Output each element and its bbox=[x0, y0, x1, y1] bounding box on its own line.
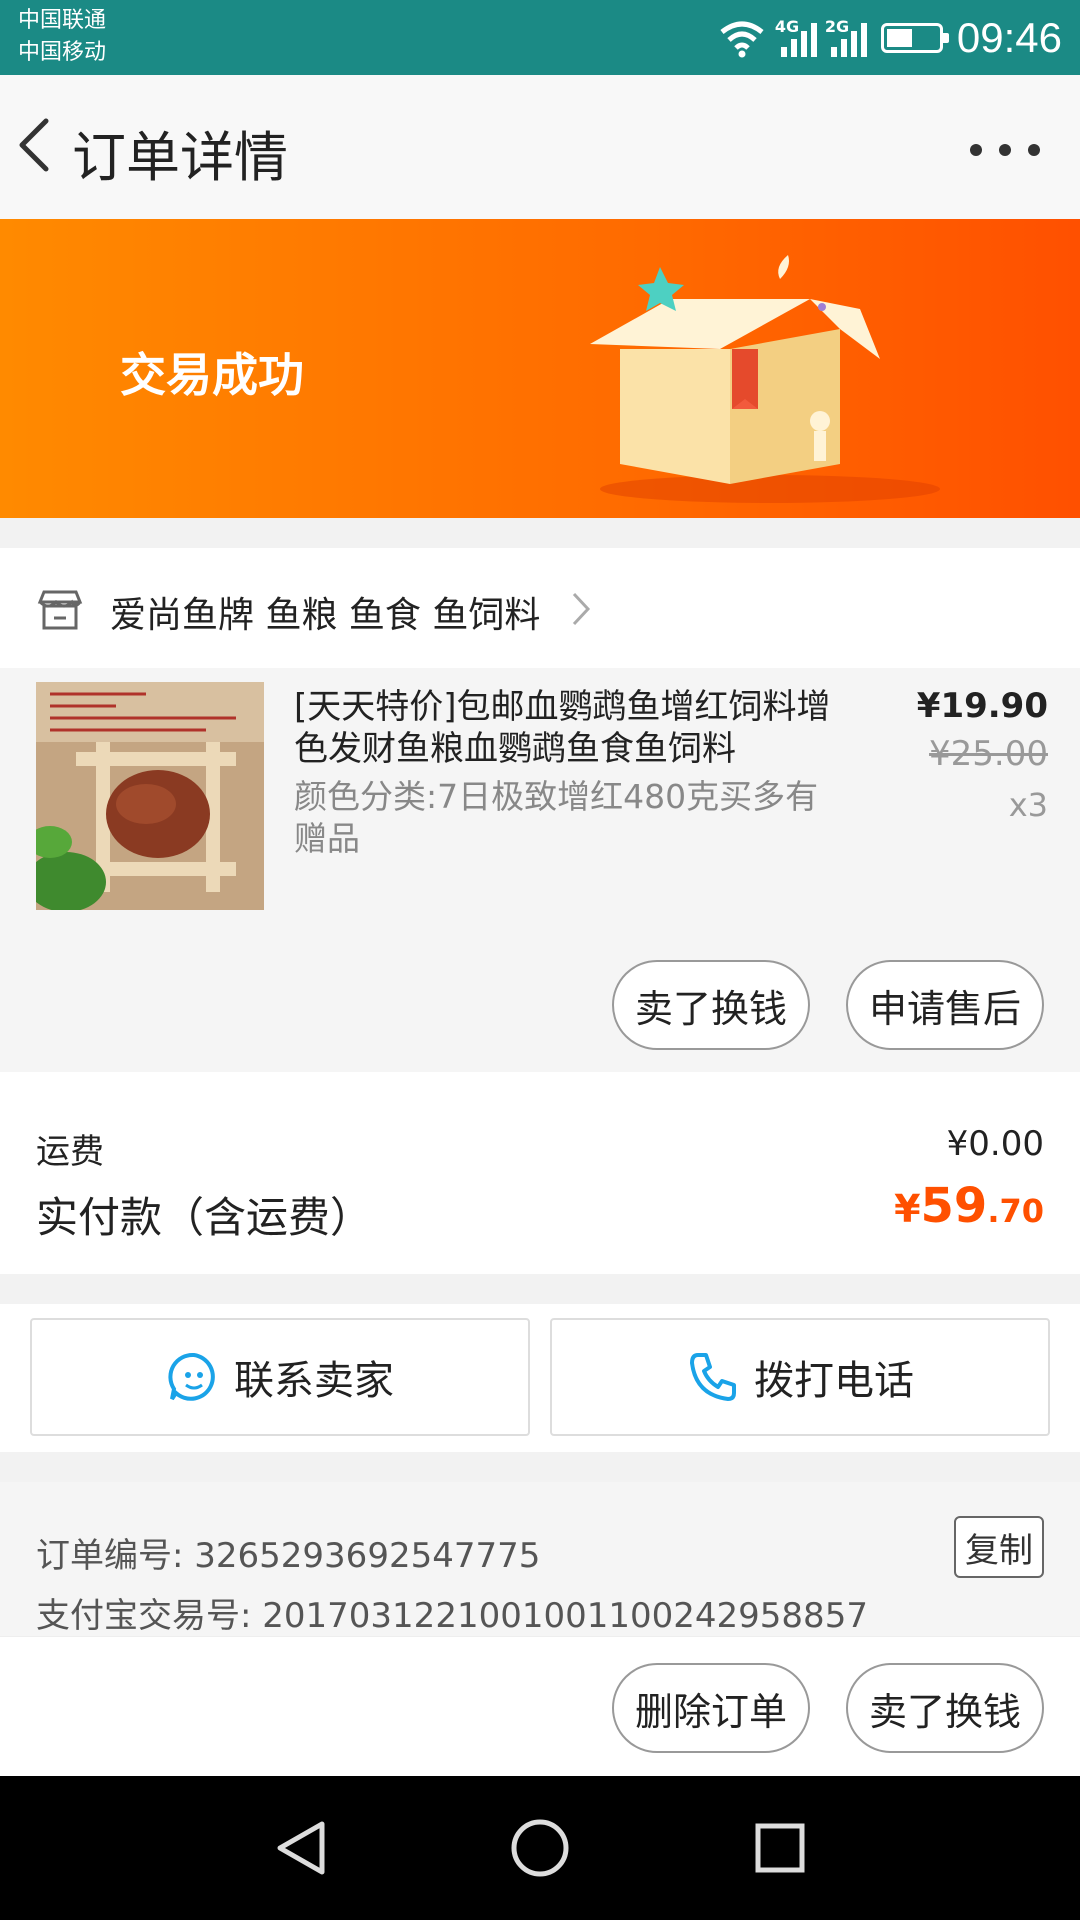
page-title: 订单详情 bbox=[72, 126, 288, 189]
back-arrow-icon bbox=[19, 118, 49, 172]
nav-back-icon[interactable] bbox=[270, 1816, 334, 1880]
chevron-right-icon bbox=[572, 592, 591, 626]
fee-summary: 运费 ¥0.00 实付款（含运费） ¥ 59 .70 bbox=[0, 1072, 1080, 1274]
item-spec: 颜色分类:7日极致增红480克买多有赠品 bbox=[294, 777, 819, 858]
delete-order-button[interactable]: 删除订单 bbox=[612, 1663, 810, 1753]
status-bar: 中国联通 中国移动 4G 2G 09:46 bbox=[0, 0, 1080, 75]
chat-bubble-icon bbox=[168, 1352, 215, 1401]
paid-currency: ¥ bbox=[894, 1187, 921, 1231]
nav-home-icon[interactable] bbox=[508, 1816, 572, 1880]
order-item[interactable]: [天天特价]包邮血鹦鹉鱼增红饲料增色发财鱼粮血鹦鹉鱼食鱼饲料 颜色分类:7日极致… bbox=[0, 668, 1080, 1072]
shop-name: 爱尚鱼牌 鱼粮 鱼食 鱼饲料 bbox=[110, 595, 541, 636]
order-status-text: 交易成功 bbox=[120, 348, 304, 402]
system-navigation-bar bbox=[0, 1776, 1080, 1920]
order-number: 订单编号: 3265293692547775 bbox=[36, 1536, 541, 1576]
wifi-icon bbox=[720, 21, 764, 57]
shipping-value: ¥0.00 bbox=[946, 1124, 1044, 1164]
paid-amount-value: ¥ 59 .70 bbox=[894, 1178, 1044, 1234]
phone-icon bbox=[690, 1353, 736, 1401]
item-quantity: x3 bbox=[1008, 786, 1048, 824]
order-info: 订单编号: 3265293692547775 支付宝交易号: 201703122… bbox=[0, 1482, 1080, 1636]
clock: 09:46 bbox=[956, 13, 1062, 61]
alipay-transaction-number: 支付宝交易号: 2017031221001001100242958857 bbox=[36, 1596, 868, 1636]
call-phone-label: 拨打电话 bbox=[754, 1358, 914, 1404]
network-type-1: 4G bbox=[774, 16, 800, 36]
paid-integer: 59 bbox=[920, 1178, 988, 1234]
package-box-illustration bbox=[590, 255, 940, 503]
sell-for-cash-button[interactable]: 卖了换钱 bbox=[612, 960, 810, 1050]
contact-seller-label: 联系卖家 bbox=[234, 1358, 394, 1404]
status-banner: 交易成功 bbox=[0, 219, 1080, 518]
sell-for-cash-bottom-button[interactable]: 卖了换钱 bbox=[846, 1663, 1044, 1753]
paid-decimal: .70 bbox=[987, 1192, 1044, 1230]
status-icons: 4G 2G 09:46 bbox=[717, 0, 1062, 75]
battery-icon bbox=[880, 22, 949, 53]
call-phone-button[interactable]: 拨打电话 bbox=[550, 1318, 1050, 1436]
after-sales-button[interactable]: 申请售后 bbox=[846, 960, 1044, 1050]
header: 订单详情 bbox=[0, 75, 1080, 219]
more-options-button[interactable] bbox=[970, 130, 1040, 170]
shop-icon bbox=[37, 590, 83, 630]
paid-amount-label: 实付款（含运费） bbox=[36, 1193, 373, 1242]
contact-seller-button[interactable]: 联系卖家 bbox=[30, 1318, 530, 1436]
network-type-2: 2G bbox=[824, 16, 850, 36]
bottom-action-bar: 删除订单 卖了换钱 bbox=[0, 1636, 1080, 1776]
item-price: ¥19.90 bbox=[916, 686, 1048, 726]
back-button[interactable] bbox=[6, 105, 66, 185]
shipping-label: 运费 bbox=[36, 1132, 104, 1172]
carrier-2: 中国移动 bbox=[18, 40, 107, 65]
carrier-info: 中国联通 中国移动 bbox=[18, 5, 106, 69]
item-original-price: ¥25.00 bbox=[929, 734, 1048, 774]
nav-recents-icon[interactable] bbox=[748, 1816, 812, 1880]
item-title: [天天特价]包邮血鹦鹉鱼增红饲料增色发财鱼粮血鹦鹉鱼食鱼饲料 bbox=[294, 687, 831, 769]
product-image bbox=[36, 682, 264, 910]
carrier-1: 中国联通 bbox=[18, 8, 107, 33]
contact-section: 联系卖家 拨打电话 bbox=[0, 1304, 1080, 1452]
signal-4g-icon: 4G bbox=[775, 17, 817, 57]
signal-2g-icon: 2G bbox=[825, 17, 867, 57]
shop-row[interactable]: 爱尚鱼牌 鱼粮 鱼食 鱼饲料 bbox=[0, 548, 1080, 668]
copy-button[interactable]: 复制 bbox=[954, 1516, 1044, 1578]
